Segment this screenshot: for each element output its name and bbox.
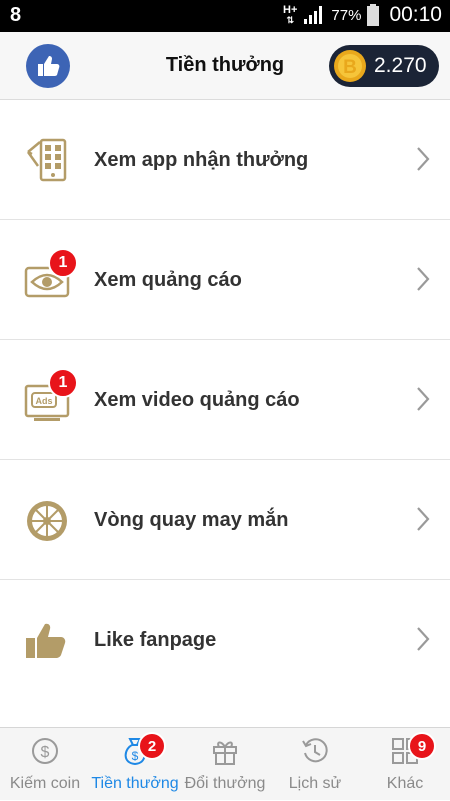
chevron-right-icon	[417, 267, 430, 291]
chevron-right-icon	[417, 147, 430, 171]
notification-badge: 1	[48, 248, 78, 278]
nav-label: Kiếm coin	[9, 775, 81, 792]
app-notification-icon: 8	[10, 4, 22, 26]
menu-item-label: Vòng quay may mắn	[94, 509, 289, 531]
battery-percent: 77%	[331, 6, 362, 24]
network-type: H+ ⇅	[283, 4, 298, 26]
thumbs-up-icon	[26, 623, 66, 658]
menu-item-watch-video-ads[interactable]: Ads 1 Xem video quảng cáo	[0, 340, 450, 460]
notification-badge: 2	[138, 732, 166, 760]
menu-item-label: Xem app nhận thưởng	[94, 149, 309, 171]
clock: 00:10	[389, 3, 442, 26]
menu-item-label: Xem quảng cáo	[94, 269, 242, 291]
nav-item-earn-coin[interactable]: $ Kiếm coin	[0, 728, 90, 801]
app-bar: Tiền thưởng B 2.270	[0, 32, 450, 100]
menu-item-like-fanpage[interactable]: Like fanpage	[0, 580, 450, 700]
notification-badge: 1	[48, 368, 78, 398]
nav-label: Lịch sử	[288, 775, 342, 792]
bottom-navigation: $ Kiếm coin $ 2 Tiền thưởng Đổi thưởng L…	[0, 727, 450, 800]
signal-icon	[304, 6, 323, 24]
nav-item-redeem[interactable]: Đổi thưởng	[180, 728, 270, 801]
svg-text:$: $	[132, 749, 139, 763]
chevron-right-icon	[417, 627, 430, 651]
nav-item-rewards[interactable]: $ 2 Tiền thưởng	[90, 728, 180, 801]
chevron-right-icon	[417, 507, 430, 531]
menu-item-watch-app[interactable]: Xem app nhận thưởng	[0, 100, 450, 220]
bitcoin-coin-icon: B	[334, 50, 366, 82]
nav-label: Đổi thưởng	[184, 775, 266, 792]
history-icon	[302, 738, 328, 763]
menu-item-lucky-wheel[interactable]: Vòng quay may mắn	[0, 460, 450, 580]
nav-label: Tiền thưởng	[91, 775, 179, 792]
nav-item-more[interactable]: 9 Khác	[360, 728, 450, 801]
nav-label: Khác	[386, 775, 424, 792]
chevron-right-icon	[417, 387, 430, 411]
notification-badge: 9	[408, 732, 436, 760]
menu-item-watch-ads[interactable]: 1 Xem quảng cáo	[0, 220, 450, 340]
svg-text:B: B	[343, 57, 357, 78]
svg-text:Ads: Ads	[35, 396, 52, 406]
phone-app-icon	[26, 138, 67, 182]
battery-icon	[367, 4, 380, 26]
reward-menu: Xem app nhận thưởng 1 Xem quảng cáo Ads …	[0, 100, 450, 700]
menu-item-label: Xem video quảng cáo	[94, 389, 300, 411]
nav-item-history[interactable]: Lịch sử	[270, 728, 360, 801]
status-bar: 8 H+ ⇅ 77% 00:10	[0, 0, 450, 32]
menu-item-label: Like fanpage	[94, 629, 217, 651]
coin-balance[interactable]: B 2.270	[329, 45, 439, 87]
gift-icon	[213, 741, 237, 765]
status-indicators: H+ ⇅ 77% 00:10	[283, 3, 442, 27]
dollar-coin-icon: $	[32, 738, 58, 764]
coin-amount: 2.270	[374, 54, 427, 77]
lucky-wheel-icon	[27, 501, 67, 541]
svg-text:$: $	[41, 744, 50, 761]
